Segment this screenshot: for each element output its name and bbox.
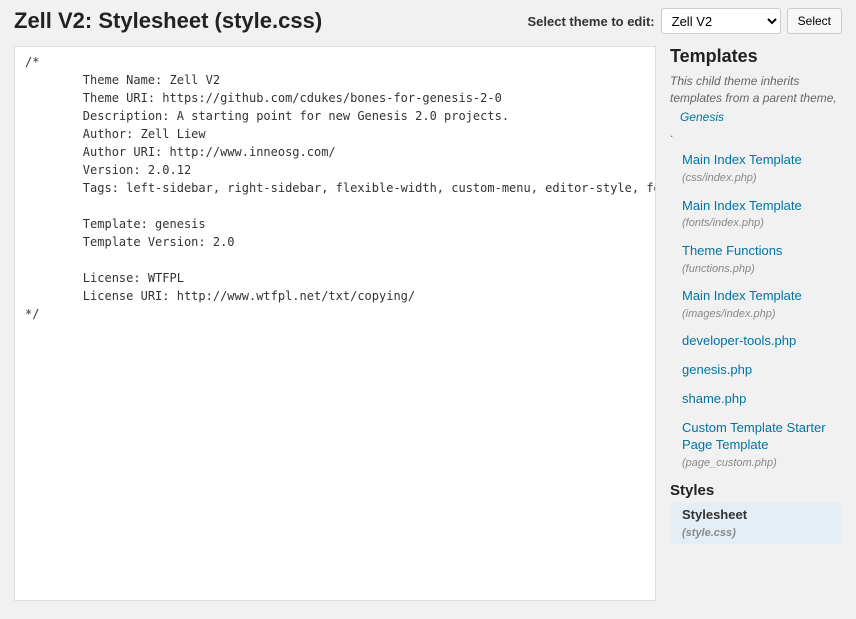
file-link[interactable]: Main Index Template	[682, 198, 802, 213]
select-button[interactable]: Select	[787, 8, 842, 34]
file-item: developer-tools.php	[670, 329, 842, 354]
file-link[interactable]: Theme Functions	[682, 243, 782, 258]
file-path: (style.css)	[682, 526, 842, 540]
file-item: Main Index Template (css/index.php)	[670, 148, 842, 189]
code-editor[interactable]	[14, 46, 656, 601]
file-item: genesis.php	[670, 358, 842, 383]
theme-selector: Select theme to edit: Zell V2 Select	[528, 8, 843, 34]
file-link[interactable]: Main Index Template	[682, 152, 802, 167]
editor-header: Zell V2: Stylesheet (style.css) Select t…	[14, 8, 842, 34]
file-link[interactable]: Custom Template Starter Page Template	[682, 420, 826, 452]
file-path: (page_custom.php)	[682, 456, 842, 470]
template-file-list: Main Index Template (css/index.php) Main…	[670, 148, 842, 474]
file-item: Custom Template Starter Page Template (p…	[670, 416, 842, 474]
file-path: (css/index.php)	[682, 171, 842, 185]
inherit-note-dot: .	[670, 126, 842, 140]
templates-heading: Templates	[670, 46, 842, 67]
inherit-note: This child theme inherits templates from…	[670, 73, 842, 125]
file-link[interactable]: shame.php	[682, 391, 746, 406]
file-item: shame.php	[670, 387, 842, 412]
file-path: (functions.php)	[682, 262, 842, 276]
theme-select-dropdown[interactable]: Zell V2	[661, 8, 781, 34]
parent-theme-link[interactable]: Genesis	[680, 109, 724, 126]
file-path: (fonts/index.php)	[682, 216, 842, 230]
file-link[interactable]: genesis.php	[682, 362, 752, 377]
theme-selector-label: Select theme to edit:	[528, 14, 655, 29]
file-item: Main Index Template (fonts/index.php)	[670, 194, 842, 235]
file-link[interactable]: Main Index Template	[682, 288, 802, 303]
file-link[interactable]: developer-tools.php	[682, 333, 796, 348]
file-path: (images/index.php)	[682, 307, 842, 321]
page-title: Zell V2: Stylesheet (style.css)	[14, 8, 322, 34]
styles-heading: Styles	[670, 482, 842, 499]
file-item: Main Index Template (images/index.php)	[670, 284, 842, 325]
sidebar: Templates This child theme inherits temp…	[670, 46, 842, 548]
style-file-list: Stylesheet (style.css)	[670, 503, 842, 544]
file-item: Theme Functions (functions.php)	[670, 239, 842, 280]
file-item-active: Stylesheet (style.css)	[670, 503, 842, 544]
file-link[interactable]: Stylesheet	[682, 507, 747, 522]
